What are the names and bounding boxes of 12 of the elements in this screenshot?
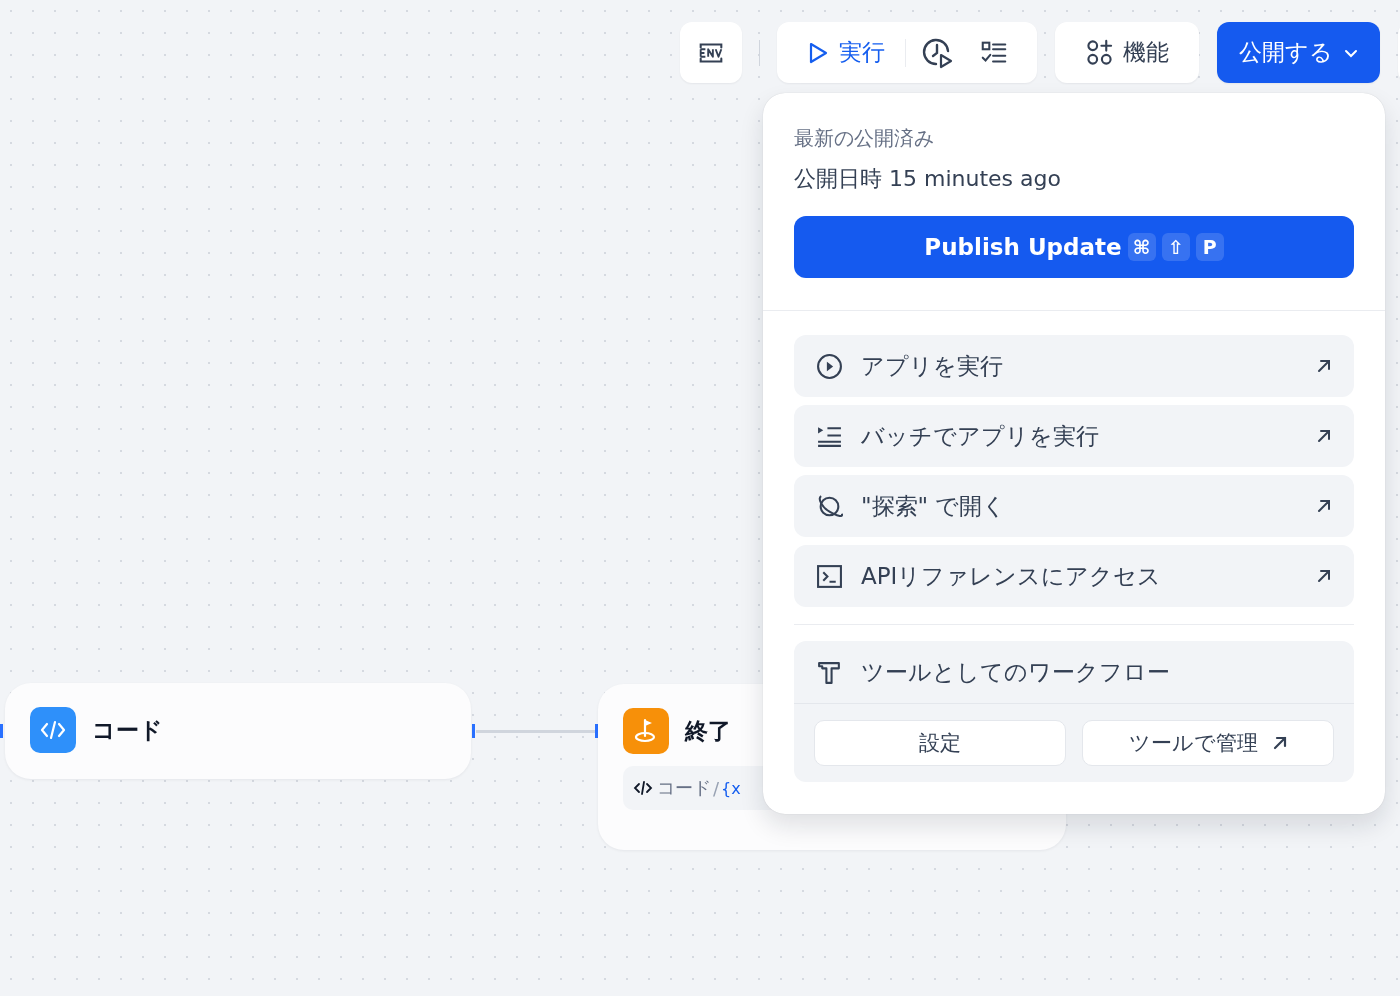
section-title: ツールとしてのワークフロー [861,657,1171,687]
node-title: コード [92,715,163,745]
shortcut-key: ⇧ [1161,233,1190,261]
menu-heading: 最新の公開済み [794,125,935,152]
published-time: 公開日時 15 minutes ago [794,165,1062,193]
path-separator: / [713,777,720,799]
shortcut-key: P [1195,233,1224,261]
node-title: 終了 [685,716,731,746]
button-label: Publish Update [924,234,1122,260]
variable-name: {x [721,778,741,798]
shortcut-key: ⌘ [1127,233,1156,261]
variable-source: コード [657,776,711,800]
